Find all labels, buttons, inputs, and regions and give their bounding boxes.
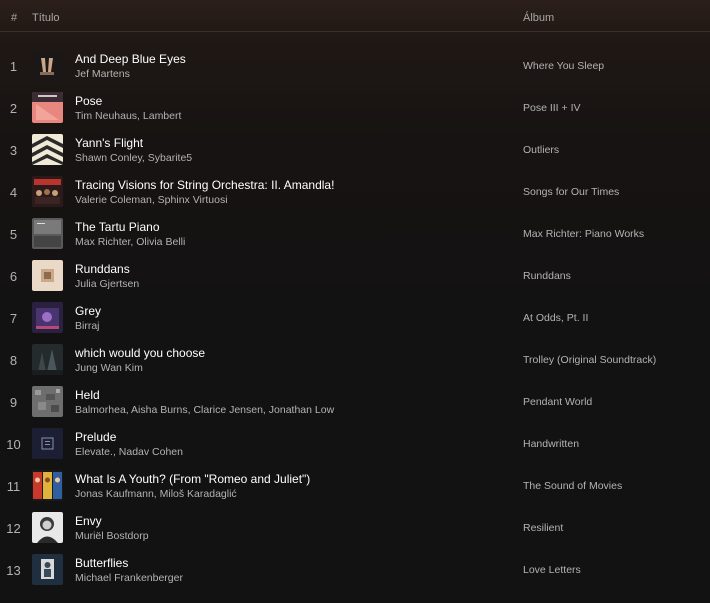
column-header-album[interactable]: Álbum <box>523 12 554 24</box>
track-number: 2 <box>9 101 18 116</box>
track-title[interactable]: Pose <box>75 94 102 108</box>
album-cover-orchestra-icon[interactable] <box>32 176 63 207</box>
track-title[interactable]: Held <box>75 388 100 402</box>
track-row[interactable]: 6 Runddans Julia Gjertsen Runddans <box>0 255 710 297</box>
track-row[interactable]: 3 Yann's Flight Shawn Conley, Sybarite5 … <box>0 129 710 171</box>
album-cover-pink-icon[interactable] <box>32 92 63 123</box>
track-title[interactable]: The Tartu Piano <box>75 220 160 234</box>
track-artists[interactable]: Muriël Bostdorp <box>75 530 149 542</box>
track-title[interactable]: Runddans <box>75 262 130 276</box>
track-row[interactable]: 9 Held Balmorhea, Aisha Burns, Clarice J… <box>0 381 710 423</box>
track-album[interactable]: Resilient <box>523 522 563 534</box>
track-number: 9 <box>9 395 18 410</box>
track-artists[interactable]: Jung Wan Kim <box>75 362 143 374</box>
track-row[interactable]: 4 Tracing Visions for String Orchestra: … <box>0 171 710 213</box>
track-title[interactable]: which would you choose <box>75 346 205 360</box>
track-album[interactable]: Where You Sleep <box>523 60 604 72</box>
tracklist-header: # Título Álbum <box>0 0 710 32</box>
track-album[interactable]: Pendant World <box>523 396 592 408</box>
track-artists[interactable]: Tim Neuhaus, Lambert <box>75 110 181 122</box>
track-number: 12 <box>6 521 21 536</box>
track-row[interactable]: 13 Butterflies Michael Frankenberger Lov… <box>0 549 710 591</box>
track-title[interactable]: Tracing Visions for String Orchestra: II… <box>75 178 334 192</box>
track-title[interactable]: Butterflies <box>75 556 128 570</box>
track-number: 8 <box>9 353 18 368</box>
track-list: 1 And Deep Blue Eyes Jef Martens Where Y… <box>0 45 710 591</box>
track-row[interactable]: 12 Envy Muriël Bostdorp Resilient <box>0 507 710 549</box>
album-cover-grey-icon[interactable] <box>32 218 63 249</box>
album-cover-chevrons-icon[interactable] <box>32 134 63 165</box>
track-album[interactable]: Trolley (Original Soundtrack) <box>523 354 656 366</box>
track-number: 6 <box>9 269 18 284</box>
track-row[interactable]: 11 What Is A Youth? (From "Romeo and Jul… <box>0 465 710 507</box>
track-album[interactable]: Outliers <box>523 144 559 156</box>
album-cover-movie-posters-icon[interactable] <box>32 470 63 501</box>
track-title[interactable]: What Is A Youth? (From "Romeo and Juliet… <box>75 472 310 486</box>
track-album[interactable]: Songs for Our Times <box>523 186 619 198</box>
track-row[interactable]: 10 Prelude Elevate., Nadav Cohen Handwri… <box>0 423 710 465</box>
track-number: 10 <box>6 437 21 452</box>
album-cover-navy-icon[interactable] <box>32 428 63 459</box>
track-artists[interactable]: Michael Frankenberger <box>75 572 183 584</box>
track-number: 1 <box>9 59 18 74</box>
track-artists[interactable]: Jonas Kaufmann, Miloš Karadaglić <box>75 488 237 500</box>
track-row[interactable]: 1 And Deep Blue Eyes Jef Martens Where Y… <box>0 45 710 87</box>
track-album[interactable]: Runddans <box>523 270 571 282</box>
column-header-title[interactable]: Título <box>32 12 60 24</box>
track-title[interactable]: And Deep Blue Eyes <box>75 52 186 66</box>
column-header-number[interactable]: # <box>11 12 17 24</box>
track-artists[interactable]: Julia Gjertsen <box>75 278 139 290</box>
track-number: 3 <box>9 143 18 158</box>
track-number: 7 <box>9 311 18 326</box>
track-number: 5 <box>9 227 18 242</box>
track-number: 4 <box>9 185 18 200</box>
track-artists[interactable]: Shawn Conley, Sybarite5 <box>75 152 192 164</box>
album-cover-hands-icon[interactable] <box>32 50 63 81</box>
track-artists[interactable]: Birraj <box>75 320 100 332</box>
track-row[interactable]: 7 Grey Birraj At Odds, Pt. II <box>0 297 710 339</box>
track-title[interactable]: Grey <box>75 304 101 318</box>
track-artists[interactable]: Jef Martens <box>75 68 130 80</box>
track-title[interactable]: Prelude <box>75 430 116 444</box>
track-album[interactable]: Max Richter: Piano Works <box>523 228 644 240</box>
album-cover-dark-trees-icon[interactable] <box>32 344 63 375</box>
album-cover-purple-icon[interactable] <box>32 302 63 333</box>
track-artists[interactable]: Valerie Coleman, Sphinx Virtuosi <box>75 194 228 206</box>
tracklist-view: # Título Álbum 1 And Deep Blue Eyes Jef … <box>0 0 710 603</box>
track-artists[interactable]: Balmorhea, Aisha Burns, Clarice Jensen, … <box>75 404 334 416</box>
track-artists[interactable]: Elevate., Nadav Cohen <box>75 446 183 458</box>
album-cover-portrait-icon[interactable] <box>32 512 63 543</box>
track-album[interactable]: Love Letters <box>523 564 581 576</box>
track-album[interactable]: The Sound of Movies <box>523 480 622 492</box>
track-artists[interactable]: Max Richter, Olivia Belli <box>75 236 185 248</box>
track-number: 13 <box>6 563 21 578</box>
track-album[interactable]: At Odds, Pt. II <box>523 312 588 324</box>
album-cover-beige-icon[interactable] <box>32 260 63 291</box>
track-number: 11 <box>6 479 21 494</box>
track-row[interactable]: 2 Pose Tim Neuhaus, Lambert Pose III + I… <box>0 87 710 129</box>
track-title[interactable]: Envy <box>75 514 102 528</box>
track-title[interactable]: Yann's Flight <box>75 136 143 150</box>
track-row[interactable]: 5 The Tartu Piano Max Richter, Olivia Be… <box>0 213 710 255</box>
track-row[interactable]: 8 which would you choose Jung Wan Kim Tr… <box>0 339 710 381</box>
album-cover-blue-figure-icon[interactable] <box>32 554 63 585</box>
track-album[interactable]: Handwritten <box>523 438 579 450</box>
track-album[interactable]: Pose III + IV <box>523 102 581 114</box>
album-cover-noise-icon[interactable] <box>32 386 63 417</box>
